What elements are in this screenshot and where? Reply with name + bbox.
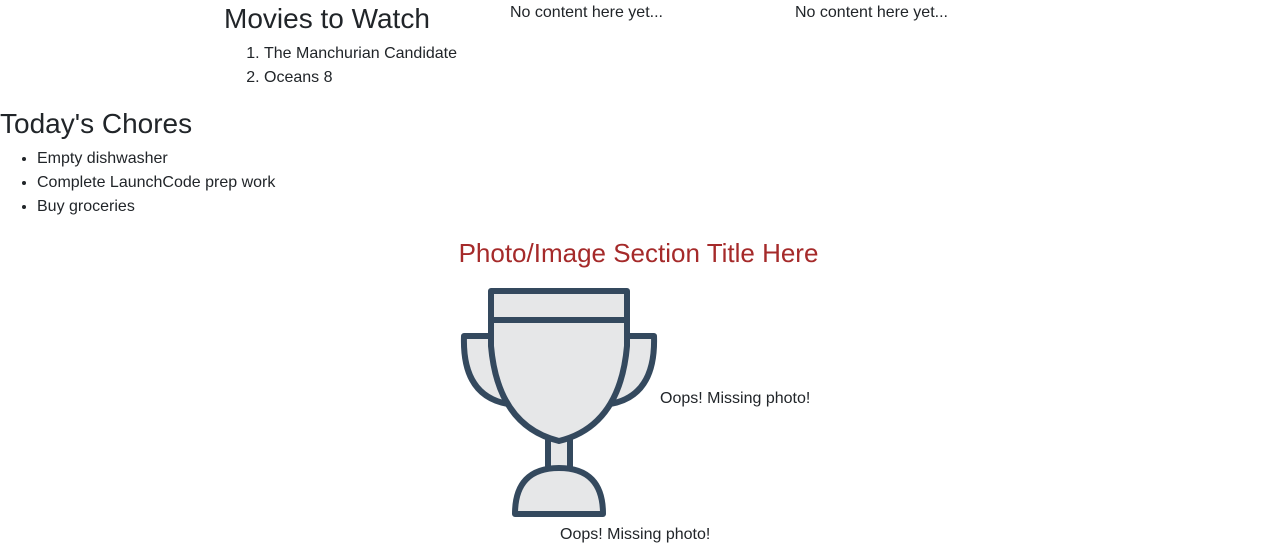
movies-heading: Movies to Watch: [224, 3, 430, 34]
chores-list: Empty dishwasher Complete LaunchCode pre…: [0, 147, 275, 219]
movie-item: The Manchurian Candidate: [264, 42, 457, 66]
movies-list: The Manchurian Candidate Oceans 8: [224, 42, 457, 90]
chore-item: Buy groceries: [37, 195, 275, 219]
photo-section-title: Photo/Image Section Title Here: [458, 238, 819, 268]
trophy-icon: [460, 288, 658, 517]
chore-item: Empty dishwasher: [37, 147, 275, 171]
missing-photo-alt-text: Oops! Missing photo!: [660, 390, 811, 407]
chores-heading: Today's Chores: [0, 108, 193, 139]
movie-item: Oceans 8: [264, 66, 457, 90]
missing-photo-alt-text: Oops! Missing photo!: [560, 526, 711, 543]
empty-section-placeholder: No content here yet...: [795, 4, 948, 21]
empty-section-placeholder: No content here yet...: [510, 4, 663, 21]
chore-item: Complete LaunchCode prep work: [37, 171, 275, 195]
